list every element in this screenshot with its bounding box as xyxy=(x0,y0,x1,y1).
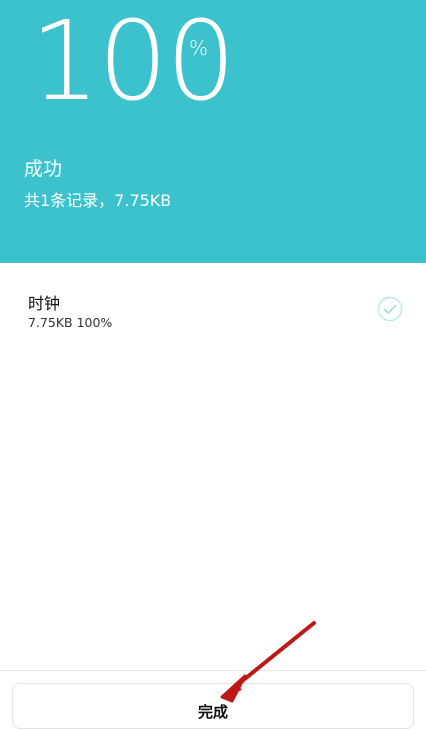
done-button[interactable]: 完成 xyxy=(12,683,414,729)
progress-percent: 100 xyxy=(30,0,236,125)
item-detail: 7.75KB 100% xyxy=(28,315,113,330)
check-circle-icon xyxy=(377,296,403,322)
footer-divider xyxy=(0,670,426,671)
progress-header: 100 % 成功 共1条记录，7.75KB xyxy=(0,0,426,263)
done-button-label: 完成 xyxy=(197,703,228,721)
percent-sign: % xyxy=(189,36,209,60)
list-item: 时钟 7.75KB 100% xyxy=(0,263,426,353)
item-name: 时钟 xyxy=(28,294,61,313)
status-title: 成功 xyxy=(24,158,63,180)
records-summary: 共1条记录，7.75KB xyxy=(24,191,172,210)
